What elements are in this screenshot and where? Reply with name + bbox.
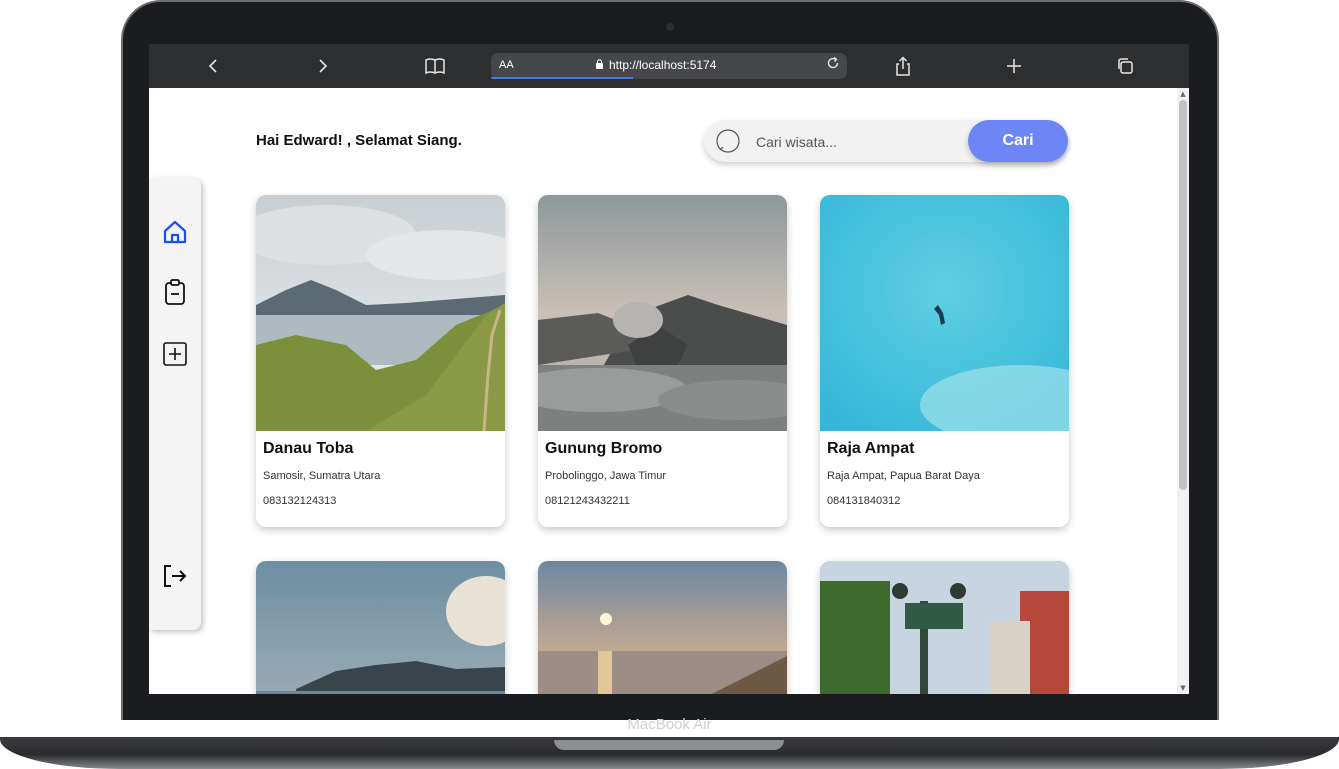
greeting-heading: Hai Edward! , Selamat Siang. bbox=[256, 132, 462, 149]
search-bar: Cari bbox=[704, 120, 1068, 162]
destination-image bbox=[538, 561, 787, 694]
page-scrollbar[interactable]: ▲ ▼ bbox=[1177, 88, 1189, 694]
forward-icon[interactable] bbox=[311, 54, 335, 78]
clipboard-icon bbox=[165, 279, 185, 305]
camera-icon bbox=[666, 23, 674, 31]
page-load-progress bbox=[491, 77, 633, 79]
destination-image bbox=[256, 561, 505, 694]
laptop-notch bbox=[554, 740, 784, 750]
destination-card[interactable]: Gunung Bromo Probolinggo, Jawa Timur 081… bbox=[538, 195, 787, 527]
page-content: Hai Edward! , Selamat Siang. Cari wisata… bbox=[149, 88, 1177, 694]
tabs-icon[interactable] bbox=[1113, 54, 1137, 78]
sidebar-item-add[interactable] bbox=[161, 340, 189, 368]
destination-title: Danau Toba bbox=[263, 440, 354, 457]
destination-location: Probolinggo, Jawa Timur bbox=[545, 470, 667, 482]
destination-card[interactable] bbox=[820, 561, 1069, 694]
scroll-down-icon[interactable]: ▼ bbox=[1177, 684, 1189, 692]
sidebar bbox=[149, 178, 201, 630]
destination-card[interactable] bbox=[256, 561, 505, 694]
destination-title: Raja Ampat bbox=[827, 440, 915, 457]
address-bar[interactable]: AA http://localhost:5174 bbox=[491, 53, 847, 79]
scroll-up-icon[interactable]: ▲ bbox=[1177, 90, 1189, 98]
screen: AA http://localhost:5174 Hai Edward! , S… bbox=[149, 44, 1189, 694]
plus-square-icon bbox=[163, 342, 187, 366]
destination-phone: 083132124313 bbox=[263, 495, 337, 507]
logout-icon bbox=[164, 565, 187, 587]
destination-card[interactable]: Danau Toba Samosir, Sumatra Utara 083132… bbox=[256, 195, 505, 527]
reload-icon[interactable] bbox=[825, 55, 841, 75]
browser-toolbar: AA http://localhost:5174 bbox=[149, 44, 1189, 88]
url-text: http://localhost:5174 bbox=[609, 58, 717, 72]
scrollbar-thumb[interactable] bbox=[1179, 100, 1187, 490]
share-icon[interactable] bbox=[891, 54, 915, 78]
destination-location: Raja Ampat, Papua Barat Daya bbox=[827, 470, 980, 482]
text-size-button[interactable]: AA bbox=[499, 59, 514, 71]
destination-image bbox=[820, 561, 1069, 694]
destination-image bbox=[538, 195, 787, 431]
sidebar-item-logout[interactable] bbox=[161, 562, 189, 590]
search-icon bbox=[716, 129, 740, 153]
back-icon[interactable] bbox=[201, 54, 225, 78]
bookmarks-icon[interactable] bbox=[423, 54, 447, 78]
destination-phone: 08121243432211 bbox=[545, 495, 630, 507]
home-icon bbox=[163, 220, 187, 244]
lock-icon bbox=[595, 59, 604, 72]
destination-card[interactable]: Raja Ampat Raja Ampat, Papua Barat Daya … bbox=[820, 195, 1069, 527]
destination-title: Gunung Bromo bbox=[545, 440, 663, 457]
destination-location: Samosir, Sumatra Utara bbox=[263, 470, 381, 482]
search-input[interactable] bbox=[754, 128, 958, 156]
search-button[interactable]: Cari bbox=[968, 120, 1068, 162]
destination-card[interactable] bbox=[538, 561, 787, 694]
new-tab-icon[interactable] bbox=[1002, 54, 1026, 78]
destination-phone: 084131840312 bbox=[827, 495, 901, 507]
device-label: MacBook Air bbox=[627, 716, 712, 733]
sidebar-item-clipboard[interactable] bbox=[161, 278, 189, 306]
sidebar-item-home[interactable] bbox=[161, 218, 189, 246]
destination-image bbox=[820, 195, 1069, 431]
destination-image bbox=[256, 195, 505, 431]
